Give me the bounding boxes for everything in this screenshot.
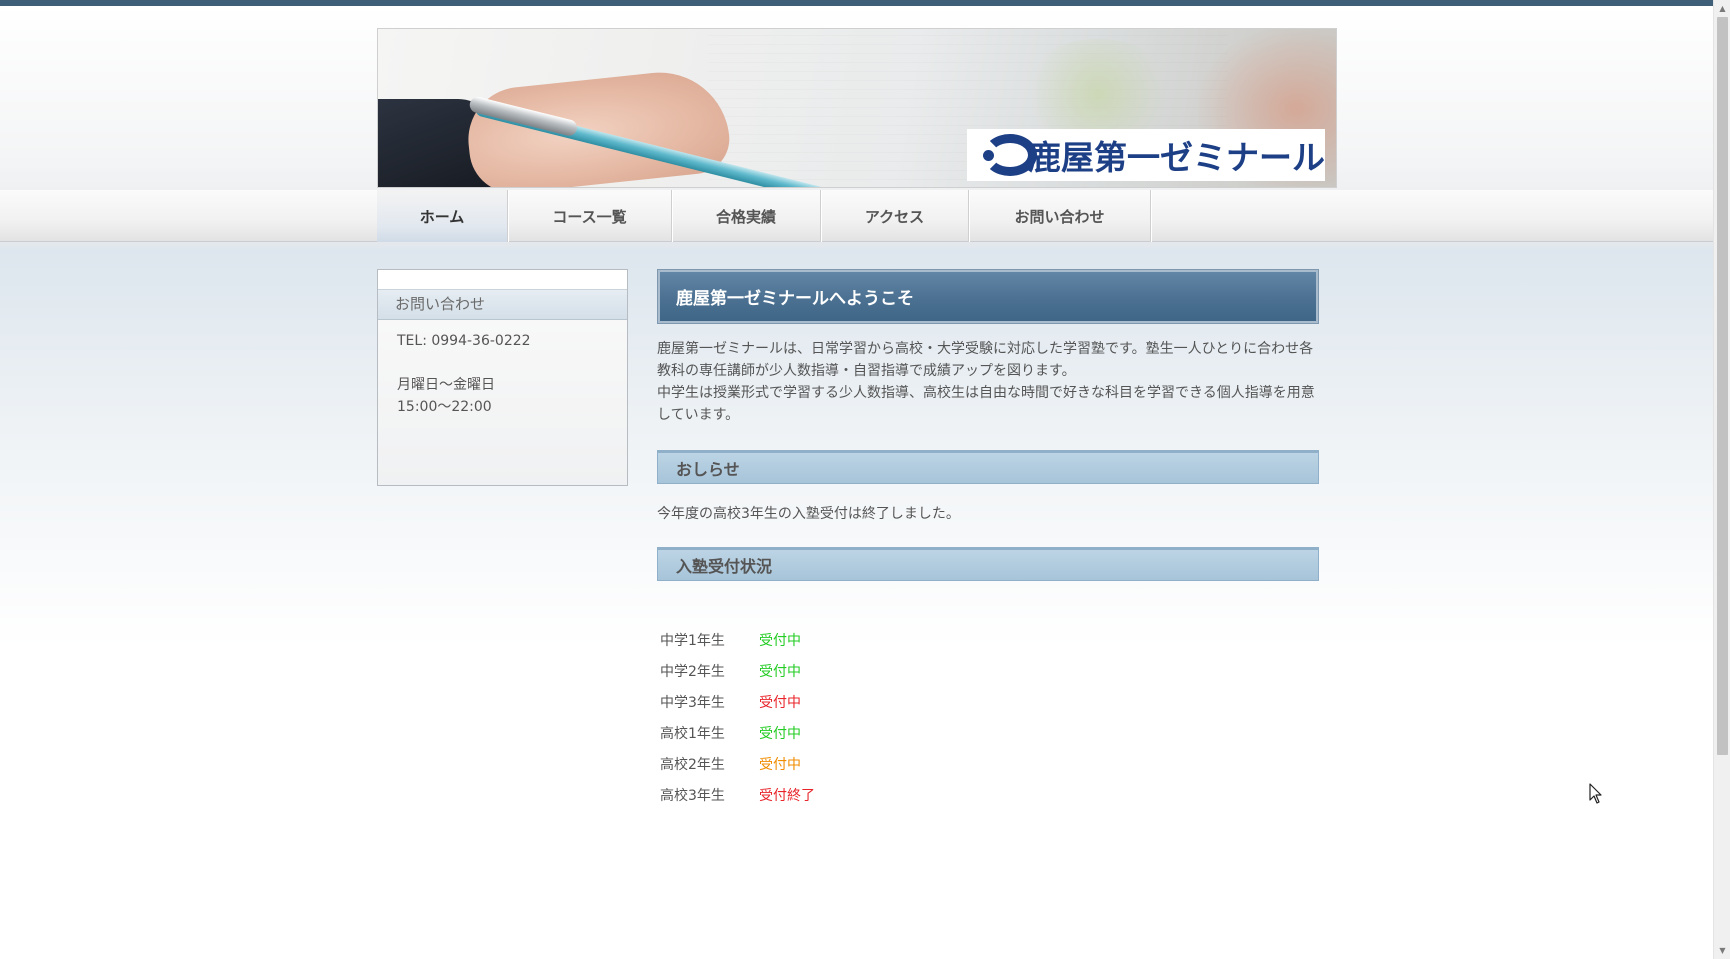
sidebar-body: TEL: 0994-36-0222 月曜日～金曜日 15:00～22:00 (378, 320, 627, 428)
contact-tel: TEL: 0994-36-0222 (397, 333, 531, 349)
header-banner-image: 鹿屋第一ゼミナール (377, 28, 1337, 188)
main-nav: ホーム コース一覧 合格実績 アクセス お問い合わせ (377, 190, 1151, 242)
status-grade: 中学3年生 (660, 694, 725, 711)
logo-text: 鹿屋第一ゼミナール (1028, 138, 1325, 177)
nav-item-label: お問い合わせ (1014, 207, 1105, 226)
scroll-down-arrow-icon[interactable]: ▼ (1714, 942, 1730, 959)
vertical-scrollbar[interactable]: ▲ ▼ (1713, 0, 1730, 959)
status-row: 高校2年生 受付中 (657, 748, 1319, 779)
status-row: 高校3年生 受付終了 (657, 779, 1319, 810)
status-row: 高校1年生 受付中 (657, 717, 1319, 748)
status-value: 受付中 (759, 632, 801, 649)
main-content: 鹿屋第一ゼミナールへようこそ 鹿屋第一ゼミナールは、日常学習から高校・大学受験に… (657, 269, 1319, 810)
intro-paragraph: 鹿屋第一ゼミナールは、日常学習から高校・大学受験に対応した学習塾です。塾生一人ひ… (657, 338, 1319, 426)
nav-item-courses[interactable]: コース一覧 (508, 190, 672, 242)
site-logo[interactable]: 鹿屋第一ゼミナール (967, 129, 1325, 181)
notice-text: 今年度の高校3年生の入塾受付は終了しました。 (657, 506, 960, 522)
sidebar-contact-box: お問い合わせ TEL: 0994-36-0222 月曜日～金曜日 15:00～2… (377, 269, 628, 486)
status-heading: 入塾受付状況 (657, 547, 1319, 581)
contact-days: 月曜日～金曜日 (397, 377, 495, 393)
status-grade: 中学1年生 (660, 632, 725, 649)
status-row: 中学1年生 受付中 (657, 624, 1319, 655)
contact-hours: 15:00～22:00 (397, 399, 492, 415)
nav-item-label: ホーム (419, 207, 465, 226)
scroll-up-arrow-icon[interactable]: ▲ (1714, 0, 1730, 17)
welcome-heading: 鹿屋第一ゼミナールへようこそ (657, 269, 1319, 324)
status-grade: 高校2年生 (660, 756, 725, 773)
nav-item-results[interactable]: 合格実績 (672, 190, 821, 242)
intro-line: 鹿屋第一ゼミナールは、日常学習から高校・大学受験に対応した学習塾です。塾生一人ひ… (657, 341, 1314, 379)
notice-heading: おしらせ (657, 450, 1319, 484)
logo-dot (983, 150, 994, 161)
status-value: 受付終了 (759, 787, 815, 804)
status-grade: 高校1年生 (660, 725, 725, 742)
scrollbar-thumb[interactable] (1717, 17, 1728, 755)
intro-line: 中学生は授業形式で学習する少人数指導、高校生は自由な時間で好きな科目を学習できる… (657, 385, 1315, 423)
status-row: 中学2年生 受付中 (657, 655, 1319, 686)
nav-item-label: アクセス (864, 207, 925, 226)
status-table: 中学1年生 受付中 中学2年生 受付中 中学3年生 受付中 高校1年生 受付中 … (657, 624, 1319, 810)
status-grade: 中学2年生 (660, 663, 725, 680)
sidebar-top-strip (378, 270, 627, 290)
status-value: 受付中 (759, 756, 801, 773)
status-value: 受付中 (759, 725, 801, 742)
nav-item-home[interactable]: ホーム (377, 190, 508, 242)
logo-mark-icon (977, 134, 1037, 176)
status-grade: 高校3年生 (660, 787, 725, 804)
banner-hand (463, 65, 733, 187)
nav-item-contact[interactable]: お問い合わせ (969, 190, 1151, 242)
sidebar-title: お問い合わせ (378, 290, 627, 320)
nav-item-label: コース一覧 (552, 207, 627, 226)
nav-item-label: 合格実績 (715, 207, 776, 226)
status-row: 中学3年生 受付中 (657, 686, 1319, 717)
status-value: 受付中 (759, 694, 801, 711)
nav-item-access[interactable]: アクセス (821, 190, 969, 242)
status-value: 受付中 (759, 663, 801, 680)
mouse-pointer-icon (1589, 783, 1602, 804)
